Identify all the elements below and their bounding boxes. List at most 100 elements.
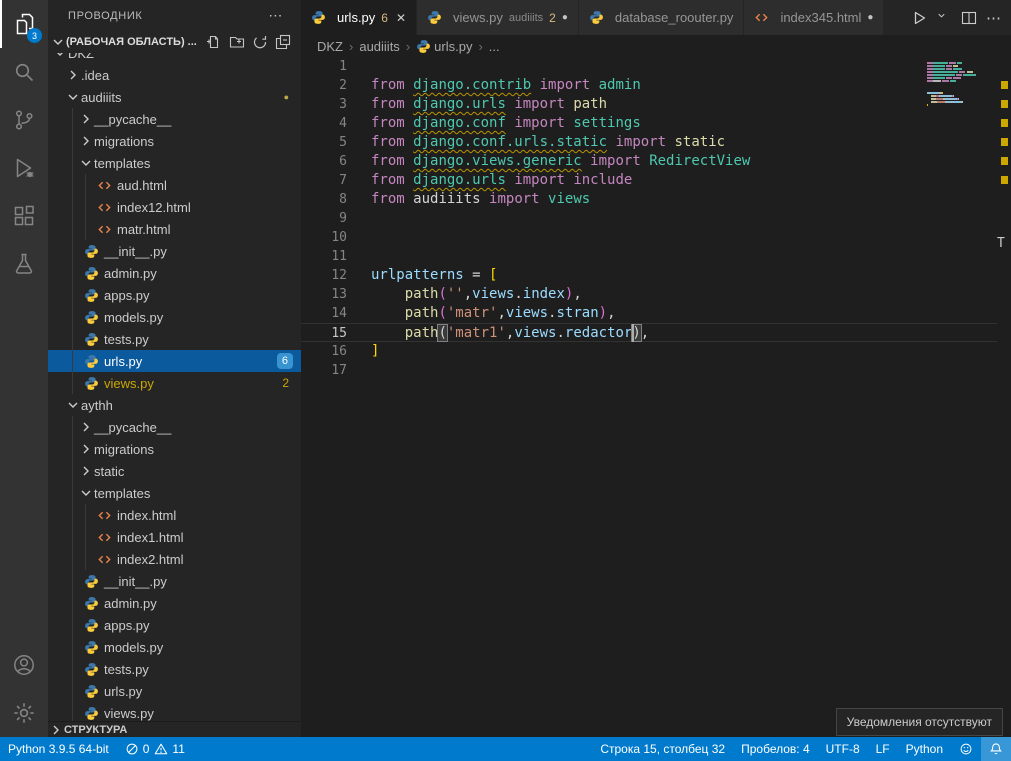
- minimap-token: [967, 71, 974, 73]
- code-line-8[interactable]: 8from audiiits import views: [301, 190, 997, 209]
- tab-index345-html[interactable]: index345.html●: [744, 0, 884, 35]
- tree-item-idea[interactable]: .idea: [48, 64, 301, 86]
- code-line-15[interactable]: 15 path('matr1',views.redactor),: [301, 323, 997, 342]
- tree-item-urls-py[interactable]: urls.py: [48, 680, 301, 702]
- tab-database-roouter-py[interactable]: database_roouter.py: [579, 0, 745, 35]
- new-folder-icon[interactable]: [229, 34, 245, 50]
- tree-item-urls-py[interactable]: urls.py6: [48, 350, 301, 372]
- tree-item-templates[interactable]: templates: [48, 482, 301, 504]
- code-line-17[interactable]: 17: [301, 361, 997, 380]
- breadcrumb-item--[interactable]: ...: [489, 39, 500, 54]
- tree-item-matr-html[interactable]: matr.html: [48, 218, 301, 240]
- code-line-3[interactable]: 3from django.urls import path: [301, 95, 997, 114]
- tree-item-pycache[interactable]: __pycache__: [48, 416, 301, 438]
- workspace-section-header[interactable]: (РАБОЧАЯ ОБЛАСТЬ) ...: [48, 31, 301, 53]
- new-file-icon[interactable]: [206, 34, 222, 50]
- activity-extensions[interactable]: [0, 192, 48, 240]
- tree-item-pycache[interactable]: __pycache__: [48, 108, 301, 130]
- activity-settings[interactable]: [0, 689, 48, 737]
- tree-item-migrations[interactable]: migrations: [48, 130, 301, 152]
- tree-item-models-py[interactable]: models.py: [48, 636, 301, 658]
- tree-item-tests-py[interactable]: tests.py: [48, 658, 301, 680]
- run-dropdown-icon[interactable]: [936, 10, 952, 26]
- indent-guide: [72, 372, 73, 394]
- status-notifications[interactable]: [981, 737, 1011, 761]
- code-line-9[interactable]: 9: [301, 209, 997, 228]
- code-line-14[interactable]: 14 path('matr',views.stran),: [301, 304, 997, 323]
- tree-item-aud-html[interactable]: aud.html: [48, 174, 301, 196]
- code-line-1[interactable]: 1: [301, 57, 997, 76]
- tree-item-static[interactable]: static: [48, 460, 301, 482]
- tree-item-init-py[interactable]: __init__.py: [48, 240, 301, 262]
- tree-item-init-py[interactable]: __init__.py: [48, 570, 301, 592]
- tree-item-views-py[interactable]: views.py2: [48, 372, 301, 394]
- indent-guide: [72, 614, 73, 636]
- run-python-file-icon[interactable]: [911, 10, 927, 26]
- status-encoding[interactable]: UTF-8: [818, 737, 868, 761]
- minimap[interactable]: [927, 59, 997, 110]
- code-line-13[interactable]: 13 path('',views.index),: [301, 285, 997, 304]
- split-editor-icon[interactable]: [961, 10, 977, 26]
- tree-item-apps-py[interactable]: apps.py: [48, 284, 301, 306]
- code-line-7[interactable]: 7from django.urls import include: [301, 171, 997, 190]
- tab-views-py[interactable]: views.pyaudiiits2●: [417, 0, 579, 35]
- tree-item-tests-py[interactable]: tests.py: [48, 328, 301, 350]
- code-editor[interactable]: 12from django.contrib import admin3from …: [301, 57, 1011, 737]
- tree-item-index2-html[interactable]: index2.html: [48, 548, 301, 570]
- editor-more-actions-icon[interactable]: ⋯: [986, 9, 1001, 27]
- vscode-window: 3 ПРОВОДНИК ⋯ (РАБОЧАЯ ОБЛАСТЬ) ... DKZ.…: [0, 0, 1011, 761]
- code-line-12[interactable]: 12urlpatterns = [: [301, 266, 997, 285]
- status-eol[interactable]: LF: [868, 737, 898, 761]
- breadcrumb-item-urls-py[interactable]: urls.py: [416, 39, 472, 54]
- tree-item-label: models.py: [104, 310, 163, 325]
- refresh-icon[interactable]: [252, 34, 268, 50]
- tree-item-admin-py[interactable]: admin.py: [48, 262, 301, 284]
- activity-source-control[interactable]: [0, 96, 48, 144]
- tree-item-apps-py[interactable]: apps.py: [48, 614, 301, 636]
- activity-search[interactable]: [0, 48, 48, 96]
- code-line-16[interactable]: 16]: [301, 342, 997, 361]
- code-line-6[interactable]: 6from django.views.generic import Redire…: [301, 152, 997, 171]
- tree-item-audiiits[interactable]: audiiits●: [48, 86, 301, 108]
- activity-accounts[interactable]: [0, 641, 48, 689]
- code-line-5[interactable]: 5from django.conf.urls.static import sta…: [301, 133, 997, 152]
- more-actions-icon[interactable]: ⋯: [268, 7, 283, 24]
- chevron-right-icon: [78, 111, 94, 127]
- activity-explorer[interactable]: 3: [0, 0, 48, 48]
- tree-item-aythh[interactable]: aythh: [48, 394, 301, 416]
- code-line-11[interactable]: 11: [301, 247, 997, 266]
- code-line-2[interactable]: 2from django.contrib import admin: [301, 76, 997, 95]
- status-python-interpreter[interactable]: Python 3.9.5 64-bit: [0, 737, 117, 761]
- error-count: 0: [143, 742, 150, 756]
- status-indentation[interactable]: Пробелов: 4: [733, 737, 818, 761]
- tree-item-label: index12.html: [117, 200, 191, 215]
- breadcrumb-item-dkz[interactable]: DKZ: [317, 39, 343, 54]
- tree-item-index1-html[interactable]: index1.html: [48, 526, 301, 548]
- tab-urls-py[interactable]: urls.py6✕: [301, 0, 417, 35]
- close-icon[interactable]: ✕: [396, 11, 406, 25]
- status-label: Python: [906, 742, 943, 756]
- activity-run-and-debug[interactable]: [0, 144, 48, 192]
- minimap-line: [927, 98, 997, 100]
- tree-item-admin-py[interactable]: admin.py: [48, 592, 301, 614]
- tree-item-index-html[interactable]: index.html: [48, 504, 301, 526]
- status-language-mode[interactable]: Python: [898, 737, 951, 761]
- tree-item-migrations[interactable]: migrations: [48, 438, 301, 460]
- modified-dot: ●: [867, 12, 873, 23]
- overview-ruler[interactable]: [997, 57, 1011, 737]
- python-file-icon: [84, 266, 99, 281]
- tree-item-models-py[interactable]: models.py: [48, 306, 301, 328]
- code-line-4[interactable]: 4from django.conf import settings: [301, 114, 997, 133]
- minimap-token: [933, 65, 945, 67]
- status-problems[interactable]: 011: [117, 737, 193, 761]
- code-line-10[interactable]: 10: [301, 228, 997, 247]
- breadcrumb-item-audiiits[interactable]: audiiits: [359, 39, 399, 54]
- status-feedback[interactable]: [951, 737, 981, 761]
- status-cursor-position[interactable]: Строка 15, столбец 32: [592, 737, 733, 761]
- tree-item-index12-html[interactable]: index12.html: [48, 196, 301, 218]
- line-number: 15: [301, 324, 361, 341]
- collapse-all-icon[interactable]: [275, 34, 291, 50]
- activity-testing[interactable]: [0, 240, 48, 288]
- tree-item-templates[interactable]: templates: [48, 152, 301, 174]
- outline-section-header[interactable]: СТРУКТУРА: [48, 721, 301, 737]
